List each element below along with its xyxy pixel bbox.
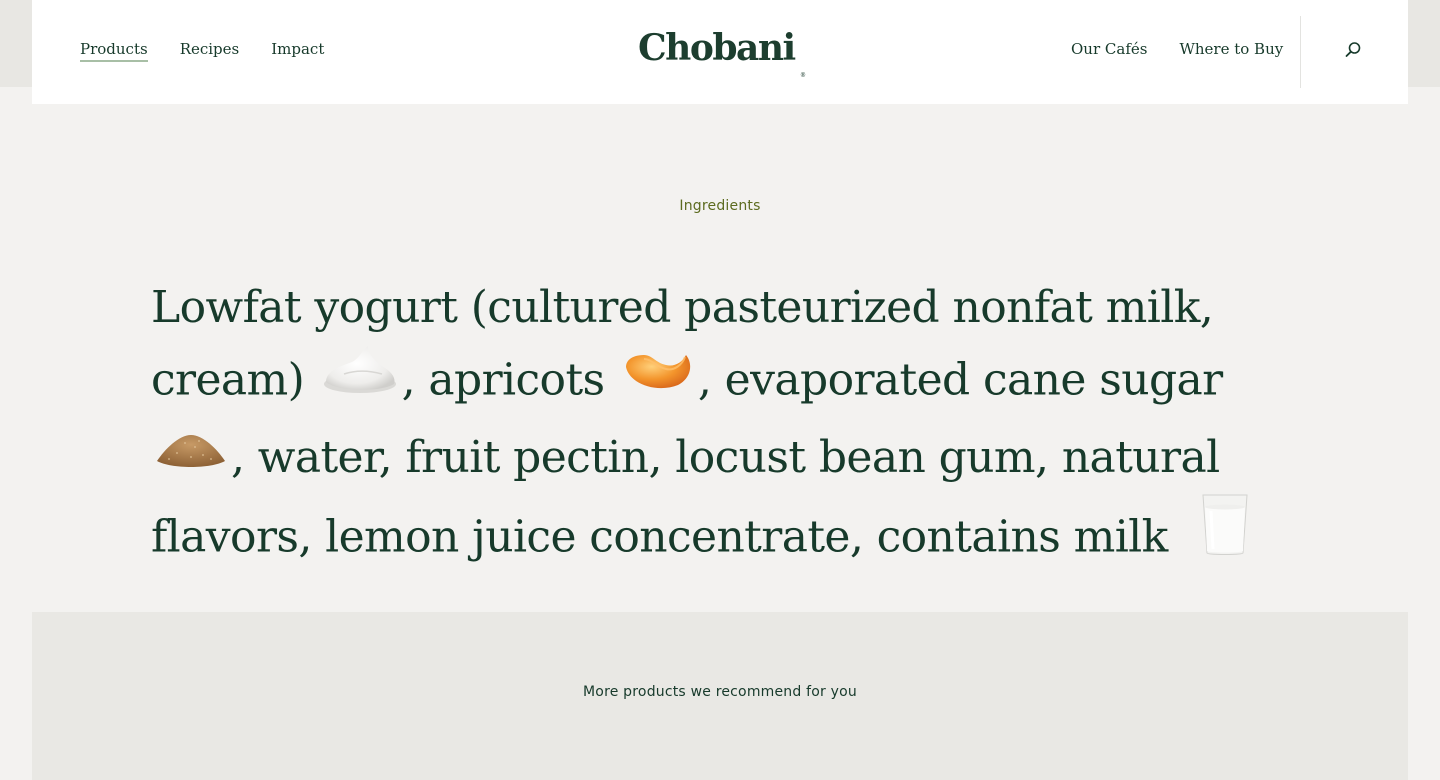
secondary-nav: Our Cafés Where to Buy: [1071, 38, 1283, 60]
primary-nav: Products Recipes Impact: [80, 38, 324, 62]
ingredients-text-3: , evaporated cane sugar: [697, 354, 1223, 406]
recommendations-section: More products we recommend for you: [32, 612, 1408, 780]
logo-wordmark: Chobani: [638, 27, 796, 69]
cream-icon: [322, 340, 398, 418]
search-icon: [1345, 42, 1361, 57]
ingredients-text-2: , apricots: [401, 354, 605, 406]
nav-products-link[interactable]: Products: [80, 38, 148, 62]
milk-glass-icon: [1199, 493, 1251, 579]
chobani-logo[interactable]: Chobani ®: [638, 26, 806, 79]
ingredients-list: Lowfat yogurt (cultured pasteurized nonf…: [151, 272, 1271, 655]
ingredients-text-4: , water, fruit pectin, locust bean gum, …: [151, 432, 1220, 562]
cane-sugar-icon: [155, 421, 227, 493]
site-header: Products Recipes Impact Chobani ® Our Ca…: [32, 0, 1408, 104]
nav-divider: [1300, 16, 1301, 88]
recommendations-title: More products we recommend for you: [583, 684, 857, 700]
nav-our-cafes-link[interactable]: Our Cafés: [1071, 38, 1147, 60]
apricot-icon: [622, 343, 694, 415]
registered-mark: ®: [800, 72, 806, 79]
nav-recipes-link[interactable]: Recipes: [180, 38, 240, 60]
nav-impact-link[interactable]: Impact: [271, 38, 324, 60]
nav-where-to-buy-link[interactable]: Where to Buy: [1179, 38, 1283, 60]
ingredients-eyebrow: Ingredients: [679, 198, 761, 214]
search-button[interactable]: [1343, 40, 1363, 60]
